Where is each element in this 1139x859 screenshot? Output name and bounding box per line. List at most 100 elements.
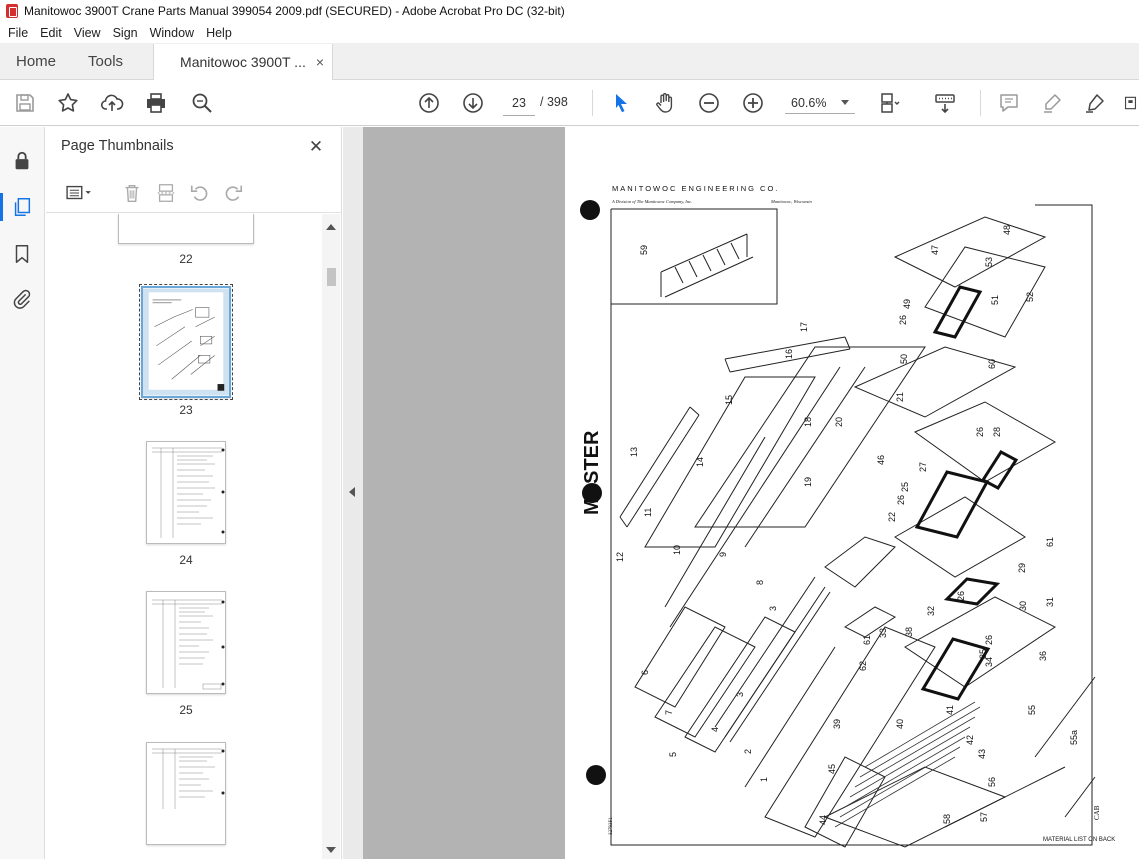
close-panel-button[interactable]: ✕ [304,135,328,159]
part-callout-label: 31 [1045,597,1055,607]
thumbnail-page-25[interactable] [146,591,226,694]
fit-page-icon [881,93,900,113]
thumbnail-page-23[interactable] [139,284,233,400]
part-callout-label: 55 [1027,705,1037,715]
part-callout-label: 52 [1025,292,1035,302]
part-callout-label: 15 [724,395,734,405]
part-callout-label: 50 [899,354,909,364]
part-callout-label: 42 [965,735,975,745]
thumbnail-scrollbar[interactable] [322,214,340,859]
part-callout-label: 34 [984,657,994,667]
highlight-button[interactable] [1038,89,1066,117]
more-tools-button[interactable] [1122,89,1139,117]
part-callout-label: 29 [1017,563,1027,573]
part-callout-label: 43 [977,749,987,759]
thumbnail-page-26[interactable] [146,742,226,845]
title-bar: Manitowoc 3900T Crane Parts Manual 39905… [0,0,1139,22]
cursor-arrow-icon [616,94,627,113]
part-callout-label: 32 [926,606,936,616]
bookmark-star-button[interactable] [54,89,82,117]
acrobat-app-icon [6,4,18,18]
tab-home[interactable]: Home [0,43,72,79]
printer-icon [147,93,165,113]
pdf-page: MANITOWOC ENGINEERING CO. A Division of … [565,127,1139,859]
part-callout-label: 13 [629,447,639,457]
select-tool-button[interactable] [607,89,635,117]
part-callout-label: 2 [743,749,753,754]
sign-button[interactable] [1081,89,1109,117]
part-callout-label: 7 [664,710,674,715]
minus-circle-icon [699,93,719,113]
previous-page-button[interactable] [415,89,443,117]
document-viewer[interactable]: MANITOWOC ENGINEERING CO. A Division of … [363,127,1139,859]
rotate-right-button[interactable] [219,179,247,207]
thumbnail-options-button[interactable] [60,179,98,207]
part-callout-label: 56 [987,777,997,787]
menu-sign[interactable]: Sign [107,26,144,40]
part-callout-label: 19 [803,477,813,487]
menu-edit[interactable]: Edit [34,26,68,40]
thumbnail-page-number: 22 [179,252,193,266]
attachments-button[interactable] [8,285,36,313]
tab-bar: Home Tools Manitowoc 3900T ... × [0,43,1139,80]
scrollbar-thumb[interactable] [327,268,336,286]
next-page-button[interactable] [459,89,487,117]
scroll-mode-button[interactable] [931,89,959,117]
tab-document[interactable]: Manitowoc 3900T ... × [153,44,334,80]
lock-icon [15,151,29,170]
zoom-in-button[interactable] [739,89,767,117]
bookmarks-button[interactable] [8,240,36,268]
hand-tool-button[interactable] [651,89,679,117]
thumbnail-25-preview [152,599,225,690]
toolbar-divider [980,90,981,116]
menu-help[interactable]: Help [200,26,238,40]
part-callout-label: 3 [735,692,745,697]
page-thumbnails-button[interactable] [0,193,36,221]
rotate-left-button[interactable] [186,179,214,207]
save-button[interactable] [11,89,39,117]
part-callout-label: 60 [987,359,997,369]
part-callout-label: 17 [799,322,809,332]
close-tab-icon[interactable]: × [316,54,324,70]
thumbnail-page-24[interactable] [146,441,226,544]
insert-pages-button[interactable] [152,179,180,207]
page-total: / 398 [540,95,568,109]
comment-button[interactable] [995,89,1023,117]
part-callout-label: 36 [1038,651,1048,661]
part-callout-label: 55a [1069,730,1079,745]
comment-icon [1000,94,1018,112]
find-button[interactable] [188,89,216,117]
delete-pages-button[interactable] [118,179,146,207]
part-callout-label: 33 [878,628,888,638]
menu-file[interactable]: File [2,26,34,40]
menu-view[interactable]: View [68,26,107,40]
chevron-left-icon [349,487,355,497]
hand-icon [656,93,673,113]
save-icon [16,94,34,112]
part-callout-label: 49 [902,299,912,309]
thumbnail-24-preview [152,447,225,538]
zoom-level-dropdown[interactable]: 60.6% [785,92,855,114]
star-icon [58,93,78,112]
part-callout-label: 21 [895,392,905,402]
scroll-down-icon[interactable] [326,847,336,853]
part-callout-label: 26 [984,635,994,645]
part-callout-label: 61 [1045,537,1055,547]
security-button[interactable] [8,147,36,175]
print-button[interactable] [142,89,170,117]
thumbnail-page-22[interactable] [118,214,254,244]
menu-window[interactable]: Window [144,26,200,40]
tab-tools[interactable]: Tools [72,43,139,79]
part-callout-label: 30 [1018,601,1028,611]
arrow-up-circle-icon [419,93,439,113]
panel-collapse-handle[interactable] [343,127,363,859]
page-display-button[interactable] [876,89,904,117]
page-number-input[interactable] [503,90,535,116]
thumbnail-page-number: 23 [179,403,193,417]
upload-button[interactable] [98,89,126,117]
scroll-up-icon[interactable] [326,224,336,230]
window-title: Manitowoc 3900T Crane Parts Manual 39905… [24,4,565,18]
zoom-out-button[interactable] [695,89,723,117]
part-callout-label: 28 [992,427,1002,437]
part-callout-label: 8 [755,580,765,585]
